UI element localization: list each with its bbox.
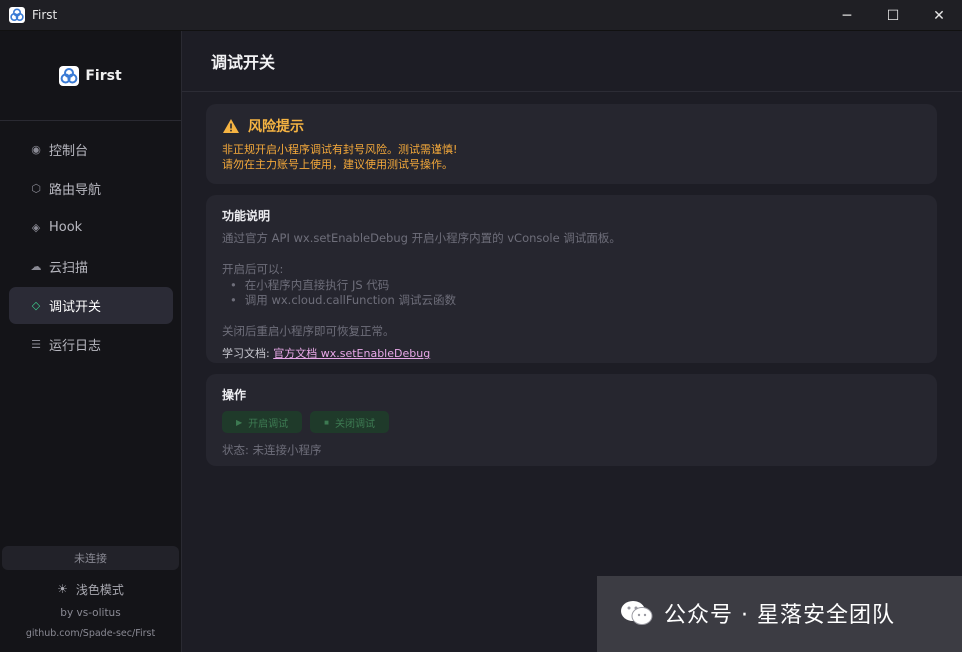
warning-line-1: 非正规开启小程序调试有封号风险。测试需谨慎! — [222, 143, 458, 156]
diamond-outline-icon: ◇ — [31, 299, 41, 312]
warning-line-2: 请勿在主力账号上使用，建议使用测试号操作。 — [222, 158, 453, 171]
operation-card: 操作 ▶ 开启调试 ■ 关闭调试 状态: 未连接小程序 — [206, 374, 937, 466]
sidebar-item-logs[interactable]: ☰ 运行日志 — [9, 326, 173, 363]
sidebar-item-label: 控制台 — [49, 144, 89, 159]
sidebar-item-label: 调试开关 — [49, 300, 102, 315]
play-icon: ▶ — [236, 417, 243, 427]
page-header: 调试开关 — [182, 31, 962, 92]
function-restore-note: 关闭后重启小程序即可恢复正常。 — [222, 324, 395, 338]
author-text: by vs-olitus — [60, 607, 121, 619]
enable-debug-button[interactable]: ▶ 开启调试 — [222, 411, 303, 433]
maximize-icon: ☐ — [886, 7, 900, 24]
enable-debug-label: 开启调试 — [248, 418, 289, 430]
list-item: 在小程序内直接执行 JS 代码 — [230, 278, 921, 293]
dot-icon: ◉ — [31, 143, 41, 156]
sidebar-item-console[interactable]: ◉ 控制台 — [9, 131, 173, 168]
hexagon-icon: ⬡ — [31, 182, 41, 195]
wechat-icon — [620, 600, 654, 626]
sidebar-nav: ◉ 控制台 ⬡ 路由导航 ◈ Hook ☁ 云扫描 ◇ 调试开关 ☰ 运行日志 — [9, 131, 173, 365]
sidebar-item-debug-switch[interactable]: ◇ 调试开关 — [9, 287, 173, 324]
app-icon — [9, 7, 25, 23]
watermark-text: 公众号 · 星落安全团队 — [664, 603, 895, 628]
page-title: 调试开关 — [211, 53, 276, 72]
minimize-icon: ─ — [842, 7, 852, 24]
disable-debug-button[interactable]: ■ 关闭调试 — [310, 411, 389, 433]
diamond-icon: ◈ — [31, 221, 41, 234]
sidebar: First ◉ 控制台 ⬡ 路由导航 ◈ Hook ☁ 云扫描 ◇ 调试开关 ☰… — [0, 31, 182, 652]
doc-link[interactable]: 官方文档 wx.setEnableDebug — [273, 347, 430, 360]
doc-row: 学习文档: 官方文档 wx.setEnableDebug — [222, 345, 921, 361]
sidebar-item-cloud-scan[interactable]: ☁ 云扫描 — [9, 248, 173, 285]
theme-toggle[interactable]: ☀ 浅色模式 — [0, 579, 181, 599]
function-card: 功能说明 通过官方 API wx.setEnableDebug 开启小程序内置的… — [206, 195, 937, 363]
sun-icon: ☀ — [57, 582, 68, 596]
sidebar-item-label: 路由导航 — [49, 183, 102, 198]
theme-toggle-label: 浅色模式 — [75, 582, 124, 597]
list-item: 调用 wx.cloud.callFunction 调试云函数 — [230, 293, 921, 308]
main-content: 调试开关 风险提示 非正规开启小程序调试有封号风险。测试需谨慎! 请勿在主力账号… — [182, 31, 962, 652]
list-icon: ☰ — [31, 338, 41, 351]
brand-logo-icon — [59, 65, 80, 86]
minimize-button[interactable]: ─ — [824, 0, 870, 31]
window-title: First — [32, 8, 58, 22]
connection-status-badge: 未连接 — [2, 546, 179, 570]
sidebar-item-route[interactable]: ⬡ 路由导航 — [9, 170, 173, 207]
function-after-enable: 开启后可以: — [222, 262, 284, 276]
close-button[interactable]: ✕ — [916, 0, 962, 31]
doc-label: 学习文档: — [222, 347, 270, 360]
cloud-icon: ☁ — [30, 260, 42, 273]
sidebar-footer: 未连接 ☀ 浅色模式 by vs-olitus github.com/Spade… — [0, 546, 181, 639]
close-icon: ✕ — [933, 7, 945, 24]
watermark: 公众号 · 星落安全团队 — [620, 597, 895, 629]
function-list: 在小程序内直接执行 JS 代码 调用 wx.cloud.callFunction… — [222, 278, 921, 308]
sidebar-item-hook[interactable]: ◈ Hook — [9, 209, 173, 246]
operation-status: 状态: 未连接小程序 — [222, 443, 322, 457]
function-description: 通过官方 API wx.setEnableDebug 开启小程序内置的 vCon… — [222, 231, 621, 245]
title-bar: First ─ ☐ ✕ — [0, 0, 962, 31]
warning-icon — [222, 118, 240, 134]
warning-title: 风险提示 — [248, 119, 304, 135]
sidebar-item-label: 运行日志 — [49, 339, 102, 354]
sidebar-item-label: Hook — [49, 220, 83, 235]
function-title: 功能说明 — [222, 209, 271, 223]
warning-card: 风险提示 非正规开启小程序调试有封号风险。测试需谨慎! 请勿在主力账号上使用，建… — [206, 104, 937, 184]
repo-link[interactable]: github.com/Spade-sec/First — [0, 628, 181, 639]
brand-name: First — [85, 67, 122, 84]
stop-icon: ■ — [324, 417, 329, 427]
maximize-button[interactable]: ☐ — [870, 0, 916, 31]
disable-debug-label: 关闭调试 — [335, 418, 375, 430]
operation-title: 操作 — [222, 388, 247, 402]
brand: First — [0, 31, 181, 121]
sidebar-item-label: 云扫描 — [49, 261, 89, 276]
